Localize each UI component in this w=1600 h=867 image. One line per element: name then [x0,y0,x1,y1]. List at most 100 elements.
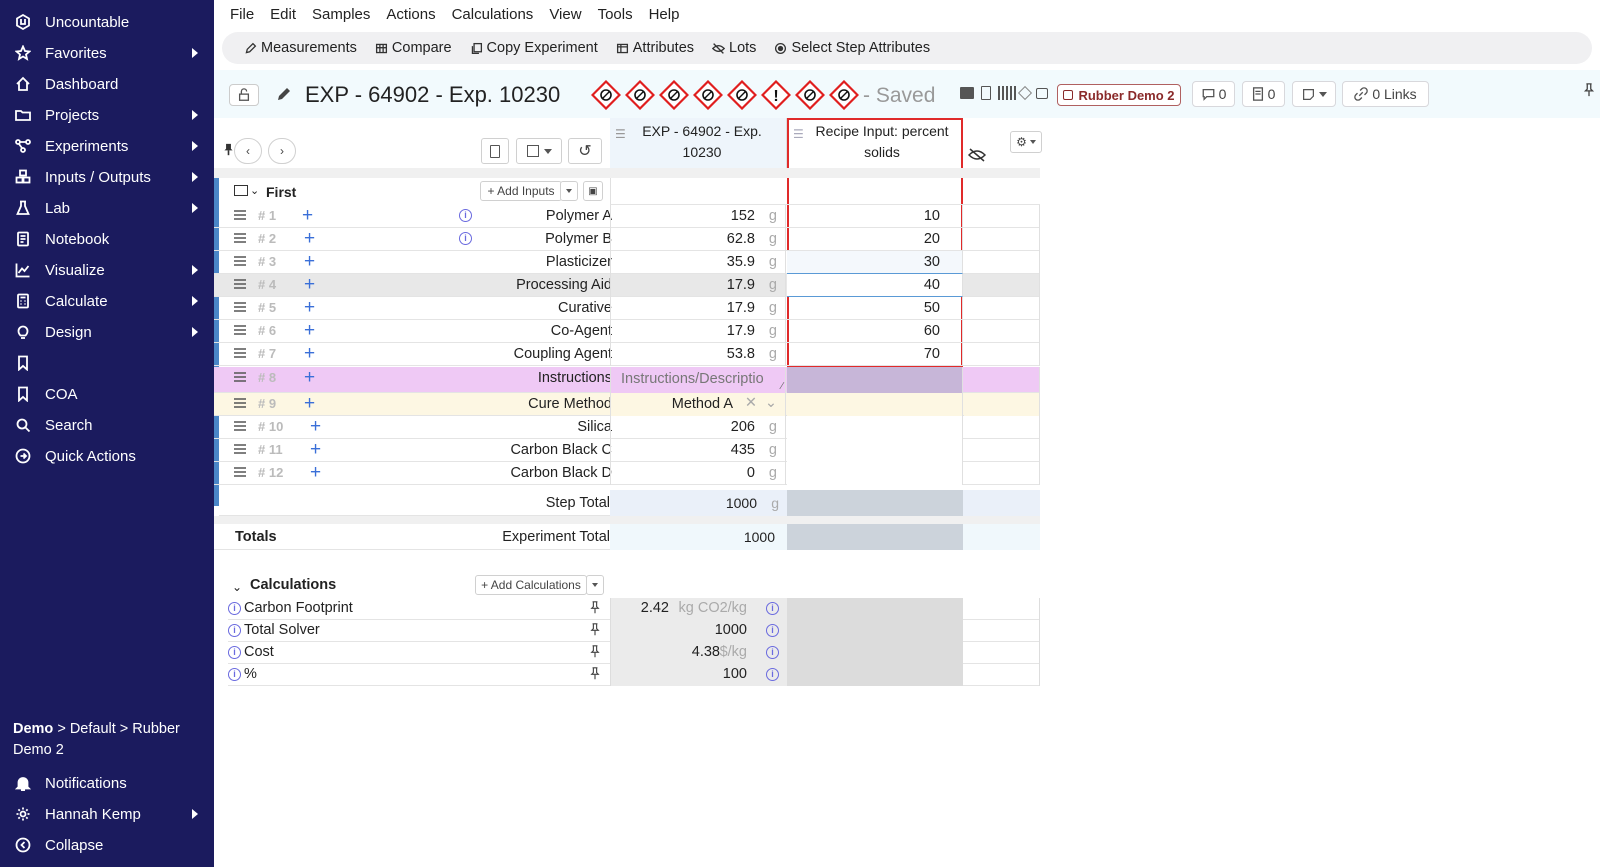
sidebar-item-bookmark[interactable] [0,348,214,378]
add-row-icon[interactable]: + [304,367,315,389]
sidebar-item-visualize[interactable]: Visualize [0,255,214,285]
menu-help[interactable]: Help [649,6,680,23]
drag-handle-icon[interactable] [234,255,246,267]
copy-dropdown-button[interactable] [516,138,562,164]
table-row[interactable]: # 2 + i Polymer B 62.8 g 20 [214,228,1040,251]
ghs-oxidizer-icon[interactable] [658,79,690,111]
calculation-row[interactable]: i% 100 i [228,664,1040,686]
sidebar-item-lab[interactable]: Lab [0,193,214,223]
amount-cell[interactable]: 206 g [610,416,786,439]
amount-cell[interactable]: 17.9 g [610,320,786,343]
drag-handle-icon[interactable] [234,371,246,383]
ghs-health-hazard-icon[interactable] [794,79,826,111]
experiment-column-header[interactable]: ☰ EXP - 64902 - Exp. 10230 [610,118,787,168]
info-icon[interactable]: i [228,602,241,615]
percent-solids-cell[interactable]: 50 [787,297,963,320]
table-row[interactable]: # 8 + Instructions Instructions/Descriptio ∕ [214,367,1040,393]
table-row[interactable]: # 12 + Carbon Black D0g [214,462,1040,485]
sidebar-item-design[interactable]: Design [0,317,214,347]
add-row-icon[interactable]: + [310,462,321,484]
percent-solids-cell[interactable] [787,367,963,393]
menu-samples[interactable]: Samples [312,6,370,23]
ingredient-name[interactable]: Polymer A [546,208,612,224]
table-row[interactable]: # 11 + Carbon Black C 435 g [214,439,1040,462]
pin-icon[interactable] [590,601,600,618]
table-row[interactable]: # 6 + Co-Agent 17.9 g 60 [214,320,1040,343]
attributes-button[interactable]: Attributes [616,40,694,56]
project-badge[interactable]: Rubber Demo 2 [1057,84,1181,106]
sidebar-item-calculate[interactable]: Calculate [0,286,214,316]
amount-cell[interactable]: 53.8 g [610,343,786,366]
info-icon[interactable]: i [766,646,779,659]
measurements-button[interactable]: Measurements [244,40,357,56]
ingredient-name[interactable]: Carbon Black C [510,442,612,458]
drag-handle-icon[interactable] [234,278,246,290]
ingredient-name[interactable]: Co-Agent [551,323,612,339]
drag-handle-icon[interactable] [234,324,246,336]
menu-actions[interactable]: Actions [386,6,435,23]
add-row-icon[interactable]: + [304,228,315,250]
sidebar-item-coa[interactable]: COA [0,379,214,409]
pin-icon[interactable] [1583,83,1595,100]
calculations-toggle[interactable]: ⌄ [232,580,242,594]
percent-solids-cell[interactable] [787,462,963,485]
table-row[interactable]: # 5 + Curative 17.9 g 50 [214,297,1040,320]
calculation-row[interactable]: i Cost 4.38 $/kg i [228,642,1040,664]
menu-edit[interactable]: Edit [270,6,296,23]
sidebar-item-experiments[interactable]: Experiments [0,131,214,161]
column-settings-button[interactable]: ⚙ [1010,131,1042,153]
ingredient-name[interactable]: Coupling Agent [514,346,612,362]
sidebar-item-uncountable[interactable]: Uncountable [0,7,214,37]
unlock-button[interactable] [229,84,259,106]
instructions-input[interactable]: Instructions/Descriptio ∕ [610,367,786,393]
pin-icon[interactable] [590,623,600,640]
clear-icon[interactable]: ✕ [745,395,757,411]
add-inputs-button[interactable]: + Add Inputs [480,181,562,201]
menu-tools[interactable]: Tools [598,6,633,23]
calculator-button[interactable] [481,138,509,164]
ingredient-name[interactable]: Plasticizer [546,254,612,270]
sidebar-item-hannah-kemp[interactable]: Hannah Kemp [0,799,214,829]
ghs-gas-cylinder-icon[interactable] [692,79,724,111]
sidebar-item-projects[interactable]: Projects [0,100,214,130]
info-icon[interactable]: i [228,668,241,681]
pin-icon[interactable] [590,667,600,684]
status-dropdown[interactable] [1292,81,1336,107]
ingredient-name[interactable]: Processing Aid [516,277,612,293]
drag-handle-icon[interactable] [234,301,246,313]
hide-column-icon[interactable] [967,148,987,165]
menu-view[interactable]: View [549,6,581,23]
add-row-icon[interactable]: + [302,205,313,227]
ingredient-name[interactable]: Silica [577,419,612,435]
ingredient-name[interactable]: Instructions [538,370,612,386]
table-row[interactable]: # 9 + Cure Method Method A ✕ ⌄ [214,393,1040,416]
pin-column-icon[interactable] [223,143,234,159]
percent-solids-cell[interactable]: 40 [787,274,963,297]
info-icon[interactable]: i [766,668,779,681]
add-row-icon[interactable]: + [304,251,315,273]
breadcrumb[interactable]: Demo > Default > Rubber Demo 2 [13,719,203,761]
sidebar-item-favorites[interactable]: Favorites [0,38,214,68]
table-row[interactable]: # 10 + Silica 206 g [214,416,1040,439]
scan-button[interactable]: ▣ [583,181,603,201]
drag-handle-icon[interactable] [234,209,246,221]
comments-button[interactable]: 0 [1192,81,1235,107]
folder-icon[interactable] [960,87,974,99]
sidebar-item-search[interactable]: Search [0,410,214,440]
percent-solids-cell[interactable] [787,439,963,462]
sidebar-item-notebook[interactable]: Notebook [0,224,214,254]
ingredient-name[interactable]: Cure Method [528,396,612,412]
percent-solids-cell[interactable] [787,393,963,416]
sidebar-item-quick-actions[interactable]: Quick Actions [0,441,214,471]
sidebar-item-dashboard[interactable]: Dashboard [0,69,214,99]
drag-handle-icon[interactable] [234,347,246,359]
info-icon[interactable]: i [228,646,241,659]
table-row[interactable]: # 7 + Coupling Agent 53.8 g 70 [214,343,1040,366]
percent-solids-cell[interactable] [787,416,963,439]
ingredient-name[interactable]: Carbon Black D [510,465,612,481]
add-row-icon[interactable]: + [304,343,315,365]
menu-calculations[interactable]: Calculations [452,6,534,23]
percent-solids-cell[interactable]: 60 [787,320,963,343]
calculation-row[interactable]: i Total Solver 1000 i [228,620,1040,642]
drag-handle-icon[interactable] [234,397,246,409]
